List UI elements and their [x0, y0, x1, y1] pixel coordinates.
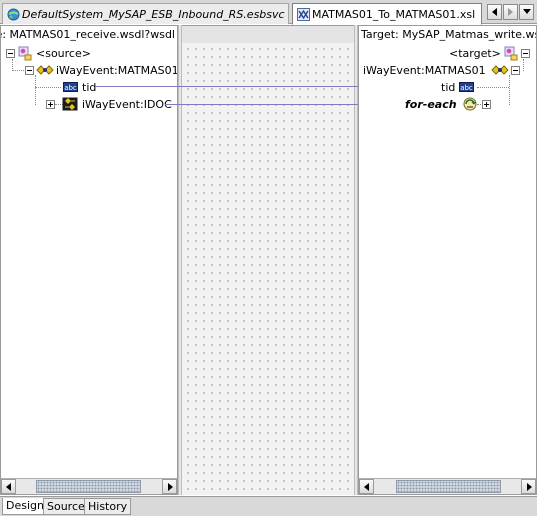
tree-connector — [509, 75, 510, 105]
arrow-left-icon — [5, 482, 11, 491]
scroll-left-button[interactable] — [359, 479, 374, 494]
tree-connector — [35, 87, 61, 88]
canvas-header — [182, 26, 354, 43]
tree-connector — [35, 75, 36, 105]
source-pane: Source: MATMAS01_receive.wsdl?wsdl <sour… — [0, 25, 178, 495]
target-node-label: tid — [441, 80, 456, 94]
attribute-icon: abc — [459, 82, 475, 92]
scroll-thumb[interactable] — [396, 480, 501, 493]
expand-toggle[interactable] — [481, 99, 491, 109]
chevron-down-icon — [522, 9, 531, 14]
scroll-thumb[interactable] — [36, 480, 141, 493]
scroll-tabs-right-button[interactable] — [503, 4, 518, 20]
scroll-right-button[interactable] — [162, 479, 177, 494]
tab-design[interactable]: Design — [2, 498, 48, 515]
tab-xsl-map-label: MATMAS01_To_MATMAS01.xsl — [312, 7, 476, 21]
tab-esbsvc-label: DefaultSystem_MySAP_ESB_Inbound_RS.esbsv… — [22, 7, 285, 21]
element-icon — [490, 65, 509, 75]
tree-connector — [477, 87, 509, 88]
tab-history[interactable]: History — [84, 498, 132, 515]
arrow-right-icon — [508, 8, 513, 16]
schema-root-icon — [504, 46, 518, 60]
attribute-icon: abc — [63, 82, 78, 92]
source-node-tid[interactable]: abc tid — [63, 79, 96, 95]
repeating-element-icon — [62, 97, 78, 111]
target-root-node[interactable]: <target> — [449, 45, 530, 61]
source-root-node[interactable]: <source> — [6, 45, 91, 61]
arrow-left-icon — [492, 8, 497, 16]
collapse-toggle[interactable] — [25, 65, 34, 75]
xsl-mapper-editor: DefaultSystem_MySAP_ESB_Inbound_RS.esbsv… — [0, 0, 537, 516]
scroll-tabs-left-button[interactable] — [487, 4, 502, 20]
target-root-label: <target> — [449, 46, 501, 60]
target-node-label: iWayEvent:MATMAS01 — [363, 63, 486, 77]
source-header-text: Source: MATMAS01_receive.wsdl?wsdl — [1, 28, 175, 41]
element-icon — [36, 65, 54, 75]
source-node-matmas01[interactable]: iWayEvent:MATMAS01 — [25, 62, 178, 78]
target-node-foreach[interactable]: for-each — [405, 96, 491, 112]
collapse-toggle[interactable] — [520, 48, 530, 58]
tab-xsl-map[interactable]: MATMAS01_To_MATMAS01.xsl — [292, 3, 482, 25]
target-node-label: for-each — [405, 97, 457, 111]
arrow-right-icon — [167, 482, 173, 491]
collapse-toggle[interactable] — [510, 65, 520, 75]
source-node-label: iWayEvent:IDOC — [82, 97, 172, 111]
arrow-left-icon — [363, 482, 369, 491]
source-pane-header: Source: MATMAS01_receive.wsdl?wsdl — [1, 26, 177, 44]
target-node-matmas01[interactable]: iWayEvent:MATMAS01 — [363, 62, 520, 78]
editor-view-tabs: Design Source History — [0, 496, 537, 516]
scroll-track[interactable] — [374, 479, 521, 494]
scroll-track[interactable] — [16, 479, 162, 494]
svg-text:abc: abc — [461, 84, 474, 92]
source-node-label: tid — [82, 80, 97, 94]
source-horizontal-scrollbar[interactable] — [1, 478, 177, 494]
tab-list-menu-button[interactable] — [519, 4, 534, 20]
source-node-label: iWayEvent:MATMAS01 — [56, 63, 178, 77]
expand-toggle[interactable] — [46, 99, 55, 109]
target-pane-header: Target: MySAP_Matmas_write.wsdl — [359, 26, 536, 44]
source-node-idoc[interactable]: iWayEvent:IDOC — [46, 96, 172, 112]
target-header-text: Target: MySAP_Matmas_write.wsdl — [361, 28, 536, 41]
editor-tab-strip: DefaultSystem_MySAP_ESB_Inbound_RS.esbsv… — [0, 0, 537, 25]
esb-globe-icon — [7, 8, 20, 20]
collapse-toggle[interactable] — [6, 48, 15, 58]
target-pane: Target: MySAP_Matmas_write.wsdl <target>… — [358, 25, 537, 495]
target-horizontal-scrollbar[interactable] — [359, 478, 536, 494]
svg-text:abc: abc — [64, 84, 77, 92]
xsl-map-icon — [297, 7, 310, 21]
scroll-right-button[interactable] — [521, 479, 536, 494]
schema-root-icon — [18, 46, 32, 60]
foreach-icon — [463, 97, 477, 111]
scroll-left-button[interactable] — [1, 479, 16, 494]
source-root-label: <source> — [36, 46, 91, 60]
target-node-tid[interactable]: tid abc — [441, 79, 475, 95]
mapping-canvas[interactable] — [182, 25, 354, 495]
tab-esbsvc[interactable]: DefaultSystem_MySAP_ESB_Inbound_RS.esbsv… — [2, 3, 289, 24]
arrow-right-icon — [526, 482, 532, 491]
tab-source[interactable]: Source — [43, 498, 89, 515]
